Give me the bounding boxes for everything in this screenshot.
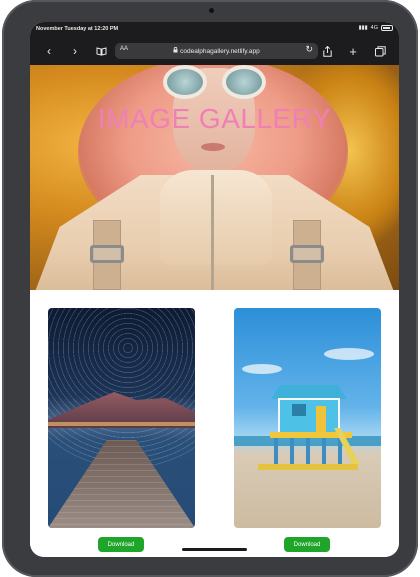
hero-collar: [160, 170, 272, 265]
url-text: codealphagallery.netlify.app: [180, 48, 260, 55]
gallery: Download Download: [30, 290, 399, 557]
cloud: [324, 348, 374, 360]
hero-banner: IMAGE GALLERY: [30, 65, 399, 290]
network-label: 4G: [370, 25, 378, 31]
url-container: codealphagallery.netlify.app: [115, 46, 318, 55]
status-time: November Tuesday at 12:20 PM: [36, 26, 119, 32]
address-bar[interactable]: AA codealphagallery.netlify.app ↻: [115, 43, 318, 59]
tower-window: [292, 404, 306, 416]
tower-door: [316, 406, 326, 432]
gallery-image-star-trails-pier[interactable]: [48, 308, 195, 528]
download-button[interactable]: Download: [98, 537, 144, 552]
tower-legs: [274, 438, 348, 466]
screen: November Tuesday at 12:20 PM ▮▮▮ 4G ‹ › …: [30, 22, 399, 557]
reload-icon[interactable]: ↻: [305, 44, 313, 55]
share-icon[interactable]: [320, 43, 334, 59]
camera-dot: [209, 8, 214, 13]
status-indicators: ▮▮▮ 4G: [359, 25, 393, 31]
reader-mode-button[interactable]: AA: [120, 46, 128, 52]
chevron-right-icon[interactable]: ›: [68, 43, 82, 59]
hero-buckle-right: [290, 245, 324, 263]
tower-base: [258, 464, 358, 470]
browser-toolbar: ‹ › AA codealphagallery.netlify.app ↻ +: [30, 41, 399, 61]
town-lights: [48, 422, 195, 426]
hero-goggle-left: [163, 65, 207, 99]
home-indicator: [182, 548, 247, 551]
ipad-frame: November Tuesday at 12:20 PM ▮▮▮ 4G ‹ › …: [2, 0, 418, 577]
tower-body: [278, 398, 340, 434]
download-button[interactable]: Download: [284, 537, 330, 552]
hero-zipper: [211, 175, 214, 290]
hero-lips: [201, 143, 225, 151]
tabs-icon[interactable]: [373, 43, 387, 59]
signal-icon: ▮▮▮: [358, 25, 368, 31]
hero-buckle-left: [90, 245, 124, 263]
page-title: IMAGE GALLERY: [97, 103, 332, 134]
plus-icon[interactable]: +: [346, 43, 360, 59]
chevron-left-icon[interactable]: ‹: [42, 43, 56, 59]
hero-goggle-right: [222, 65, 266, 99]
browser-chrome: November Tuesday at 12:20 PM ▮▮▮ 4G ‹ › …: [30, 22, 399, 65]
cloud: [242, 364, 282, 374]
book-icon[interactable]: [94, 43, 108, 59]
tower-roof: [271, 385, 347, 399]
battery-icon: [381, 25, 393, 31]
gallery-image-lifeguard-tower[interactable]: [234, 308, 381, 528]
